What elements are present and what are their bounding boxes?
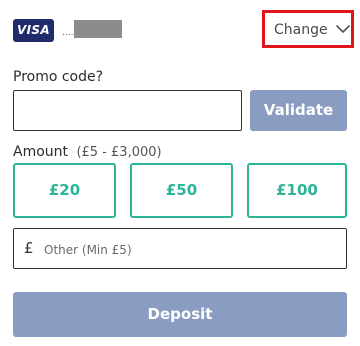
change-payment-method-button[interactable]: Change <box>262 10 354 48</box>
amount-option-100[interactable]: £100 <box>247 163 347 218</box>
amount-option-50[interactable]: £50 <box>130 163 233 218</box>
amount-range: (£5 - £3,000) <box>76 145 162 160</box>
visa-card-logo: VISA <box>13 19 54 42</box>
amount-label-text: Amount <box>13 144 69 160</box>
promo-code-input[interactable] <box>13 90 242 131</box>
payment-method-row: VISA .... Change <box>0 0 360 60</box>
other-amount-input[interactable] <box>42 230 336 269</box>
card-number-redaction <box>74 20 123 38</box>
amount-option-20[interactable]: £20 <box>13 163 116 218</box>
deposit-button[interactable]: Deposit <box>13 292 347 337</box>
amount-label: Amount (£5 - £3,000) <box>13 144 162 160</box>
promo-code-label: Promo code? <box>13 69 104 85</box>
chevron-down-icon <box>336 25 350 33</box>
other-amount-field[interactable]: £ <box>13 228 347 269</box>
change-label: Change <box>274 22 328 38</box>
currency-symbol: £ <box>24 239 34 257</box>
validate-button[interactable]: Validate <box>250 90 347 131</box>
masked-card-number: .... <box>62 20 123 38</box>
masked-card-prefix: .... <box>62 28 74 38</box>
